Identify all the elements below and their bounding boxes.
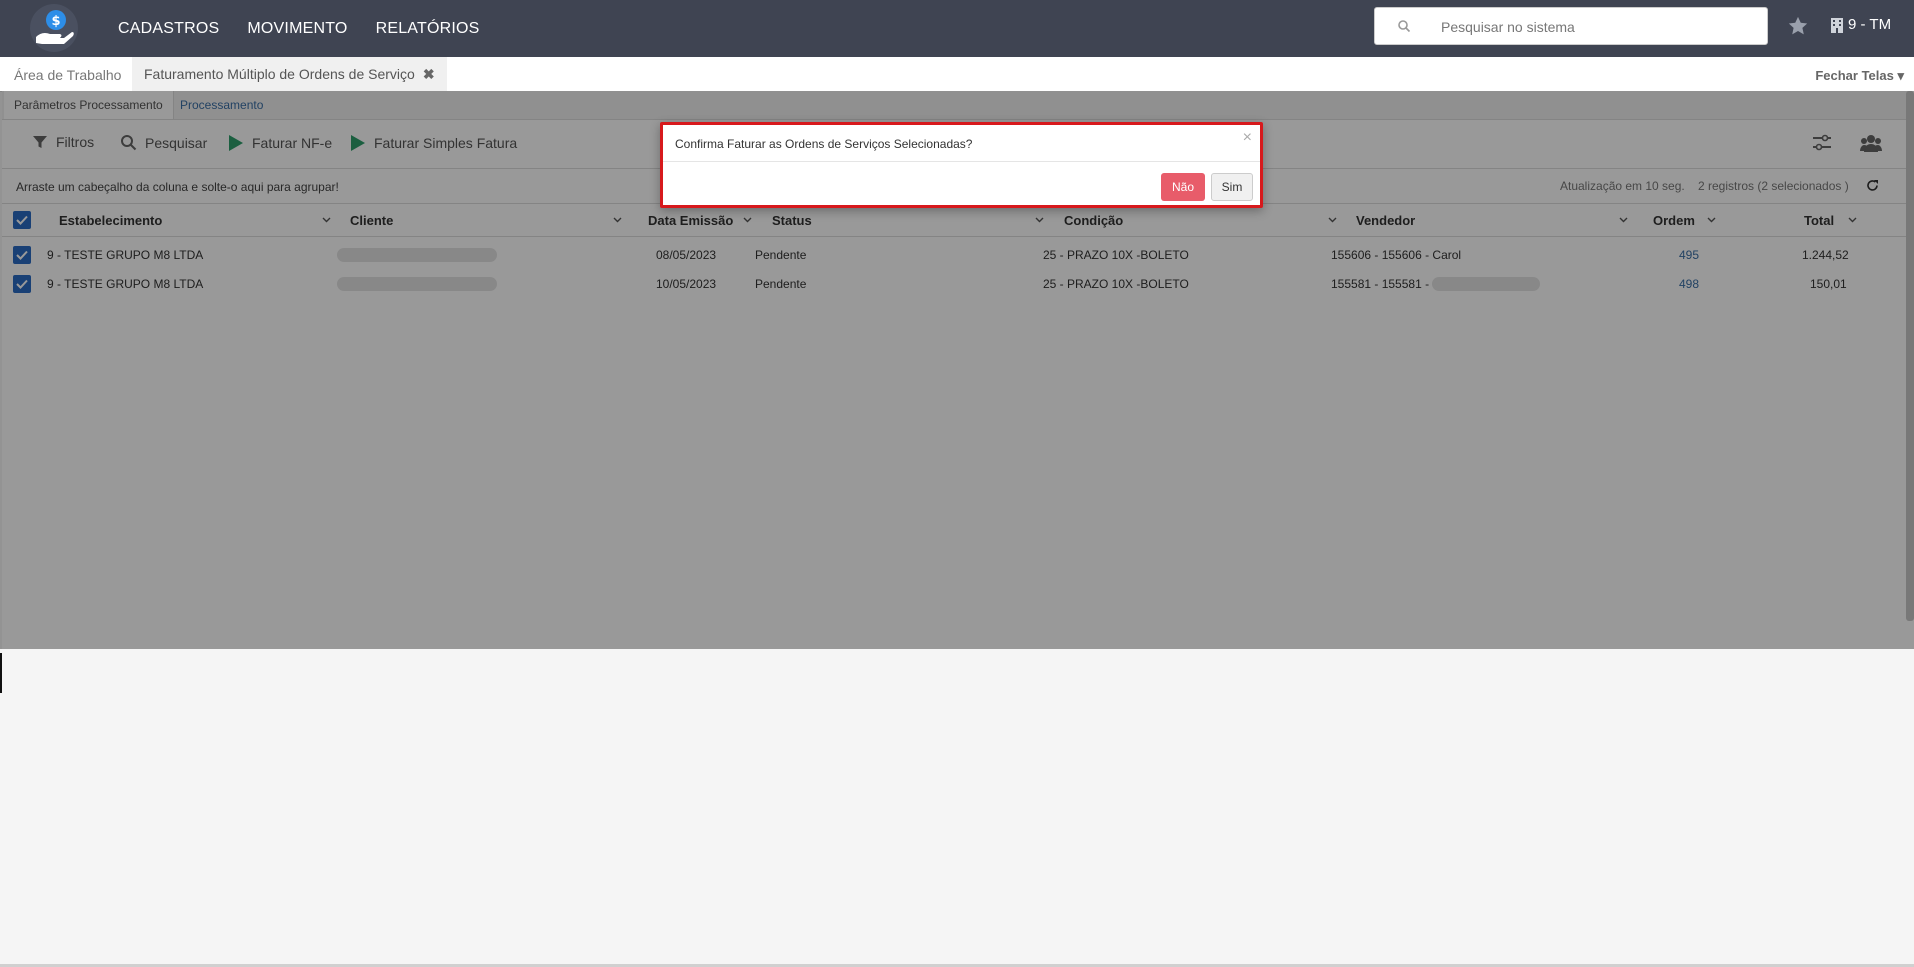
search-input[interactable] — [1439, 14, 1753, 40]
tab-area-de-trabalho[interactable]: Área de Trabalho — [14, 67, 121, 83]
dialog-message: Confirma Faturar as Ordens de Serviços S… — [675, 137, 973, 151]
svg-text:$: $ — [51, 14, 60, 29]
menu-relatorios[interactable]: RELATÓRIOS — [376, 20, 480, 38]
company-label: 9 - TM — [1848, 16, 1892, 33]
screen-tabs-bar: Área de Trabalho Faturamento Múltiplo de… — [0, 57, 1914, 92]
top-navbar: $ CADASTROS MOVIMENTO RELATÓRIOS 9 - TM — [0, 0, 1914, 57]
tab-label: Faturamento Múltiplo de Ordens de Serviç… — [144, 66, 415, 82]
main-menu: CADASTROS MOVIMENTO RELATÓRIOS — [118, 0, 480, 57]
menu-cadastros[interactable]: CADASTROS — [118, 20, 219, 38]
yes-button[interactable]: Sim — [1211, 173, 1253, 201]
building-icon — [1831, 17, 1843, 33]
app-logo[interactable]: $ — [28, 3, 80, 53]
fechar-telas-dropdown[interactable]: Fechar Telas ▾ — [1815, 68, 1904, 84]
favorites-star-icon[interactable] — [1787, 15, 1809, 37]
global-search — [1374, 7, 1768, 45]
text-cursor — [0, 653, 2, 693]
menu-movimento[interactable]: MOVIMENTO — [247, 20, 347, 38]
dialog-divider — [663, 161, 1260, 162]
company-selector[interactable]: 9 - TM — [1830, 16, 1891, 33]
close-icon[interactable]: × — [1243, 129, 1252, 147]
confirm-dialog: Confirma Faturar as Ordens de Serviços S… — [660, 122, 1263, 208]
close-tab-icon[interactable]: ✖ — [423, 66, 435, 83]
no-button[interactable]: Não — [1161, 173, 1205, 201]
search-icon — [1398, 20, 1411, 33]
tab-faturamento-multiplo[interactable]: Faturamento Múltiplo de Ordens de Serviç… — [132, 57, 447, 91]
